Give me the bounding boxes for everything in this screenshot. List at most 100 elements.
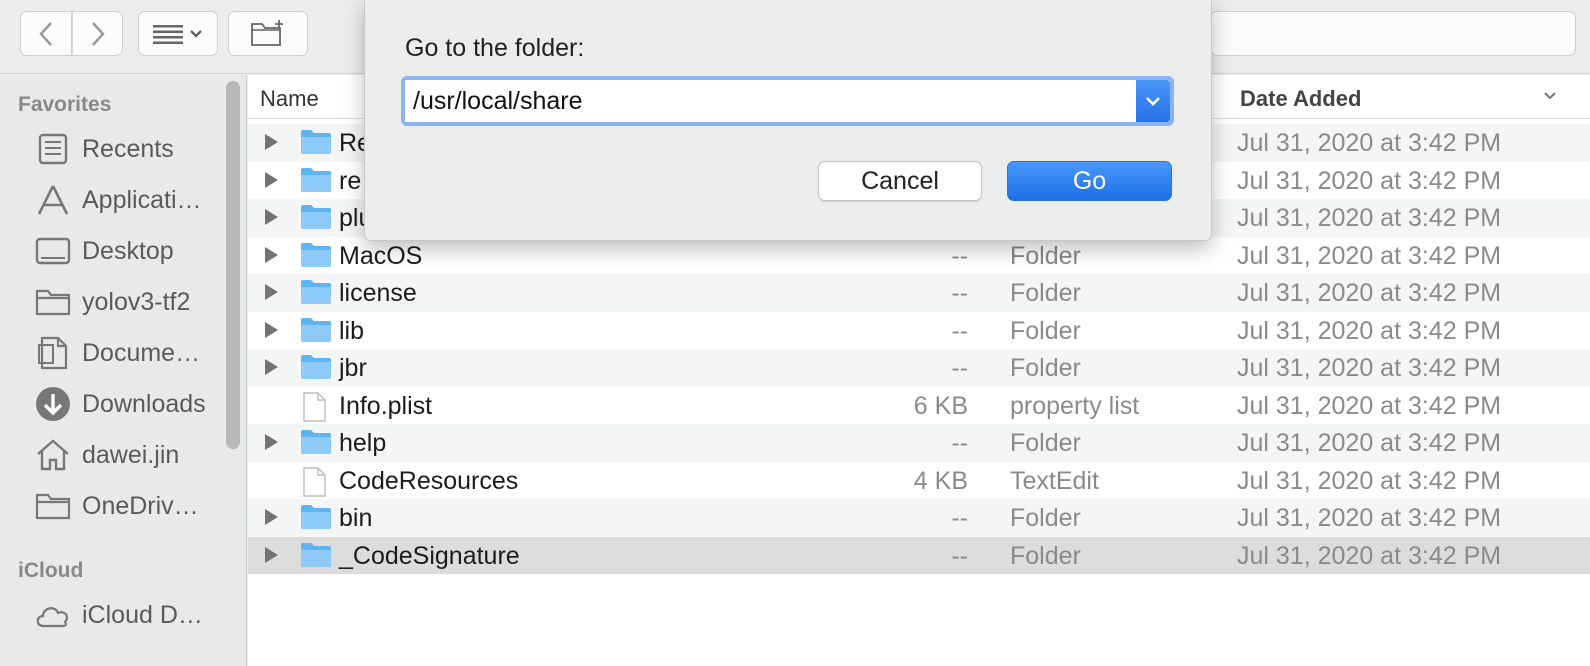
column-header-date-added[interactable]: Date Added bbox=[1240, 86, 1361, 112]
table-row[interactable]: _CodeSignature -- Folder Jul 31, 2020 at 3:… bbox=[248, 536, 1590, 574]
disclosure-triangle-icon[interactable] bbox=[265, 509, 278, 525]
chevron-left-icon bbox=[39, 21, 52, 46]
folder-icon bbox=[300, 354, 332, 385]
sidebar: Favorites Recents Applicati… Desktop yol… bbox=[0, 75, 247, 666]
sidebar-item-home[interactable]: dawei.jin bbox=[34, 433, 219, 477]
disclosure-triangle-icon[interactable] bbox=[265, 246, 278, 263]
back-button[interactable] bbox=[20, 11, 72, 56]
icloud-header: iCloud bbox=[18, 559, 84, 582]
file-date-added: Jul 31, 2020 at 3:42 PM bbox=[1237, 129, 1502, 157]
table-row[interactable]: lib -- Folder Jul 31, 2020 at 3:42 PM bbox=[248, 312, 1590, 350]
search-field[interactable] bbox=[1210, 11, 1576, 56]
file-date-added: Jul 31, 2020 at 3:42 PM bbox=[1237, 241, 1502, 270]
list-view-icon bbox=[153, 24, 183, 44]
sidebar-item-downloads[interactable]: Downloads bbox=[34, 382, 219, 426]
chevron-down-icon bbox=[1146, 97, 1160, 106]
sidebar-item-label: Docume… bbox=[82, 338, 201, 367]
file-icon bbox=[300, 391, 328, 427]
folder-icon bbox=[300, 204, 332, 235]
folder-icon bbox=[300, 129, 332, 160]
sidebar-item-label: Recents bbox=[82, 134, 174, 163]
file-date-added: Jul 31, 2020 at 3:42 PM bbox=[1237, 204, 1502, 232]
sidebar-item-label: dawei.jin bbox=[82, 440, 180, 469]
sort-chevron-icon[interactable] bbox=[1543, 91, 1557, 101]
folder-icon bbox=[300, 542, 332, 573]
sidebar-item-documents[interactable]: Docume… bbox=[34, 331, 219, 375]
file-size: 4 KB bbox=[913, 466, 968, 495]
disclosure-triangle-icon[interactable] bbox=[265, 434, 278, 450]
cancel-button[interactable]: Cancel bbox=[818, 161, 982, 201]
sidebar-item-desktop[interactable]: Desktop bbox=[34, 229, 219, 273]
file-size: -- bbox=[951, 429, 968, 457]
folder-icon bbox=[300, 504, 332, 535]
file-name: re bbox=[339, 166, 362, 195]
disclosure-triangle-icon[interactable] bbox=[265, 284, 278, 300]
file-date-added: Jul 31, 2020 at 3:42 PM bbox=[1237, 166, 1502, 195]
folder-icon bbox=[300, 279, 332, 310]
sidebar-item-yolov3[interactable]: yolov3-tf2 bbox=[34, 280, 219, 324]
table-row[interactable]: help -- Folder Jul 31, 2020 at 3:42 PM bbox=[248, 424, 1590, 462]
sidebar-item-icloud-drive[interactable]: iCloud D… bbox=[34, 593, 219, 637]
file-date-added: Jul 31, 2020 at 3:42 PM bbox=[1237, 541, 1502, 570]
file-size: -- bbox=[951, 504, 968, 532]
folder-icon bbox=[300, 242, 332, 273]
sidebar-item-label: yolov3-tf2 bbox=[82, 287, 191, 316]
file-kind: Folder bbox=[1010, 316, 1081, 345]
new-folder-icon bbox=[251, 19, 283, 46]
file-kind: TextEdit bbox=[1010, 466, 1099, 495]
column-header-name[interactable]: Name bbox=[260, 86, 319, 112]
folder-icon bbox=[300, 167, 332, 198]
file-date-added: Jul 31, 2020 at 3:42 PM bbox=[1237, 466, 1502, 495]
table-row[interactable]: license -- Folder Jul 31, 2020 at 3:42 PM bbox=[248, 274, 1590, 312]
favorites-header: Favorites bbox=[18, 93, 112, 116]
sidebar-item-recents[interactable]: Recents bbox=[34, 127, 219, 171]
table-row[interactable]: CodeResources 4 KB TextEdit Jul 31, 2020 at… bbox=[248, 462, 1590, 500]
file-size: -- bbox=[951, 241, 968, 270]
disclosure-triangle-icon[interactable] bbox=[265, 321, 278, 338]
path-history-dropdown[interactable] bbox=[1136, 80, 1170, 122]
file-kind: property list bbox=[1010, 391, 1140, 420]
chevron-right-icon bbox=[91, 21, 105, 46]
folder-icon bbox=[34, 487, 72, 525]
sidebar-item-applications[interactable]: Applicati… bbox=[34, 178, 219, 222]
file-name: lib bbox=[339, 316, 365, 345]
sidebar-item-label: OneDriv… bbox=[82, 491, 199, 520]
file-name: MacOS bbox=[339, 241, 423, 270]
sidebar-item-onedrive[interactable]: OneDriv… bbox=[34, 484, 219, 528]
finder-window: Favorites Recents Applicati… Desktop yol… bbox=[0, 0, 1590, 666]
sidebar-item-label: Desktop bbox=[82, 236, 174, 265]
disclosure-triangle-icon[interactable] bbox=[265, 359, 278, 375]
disclosure-triangle-icon[interactable] bbox=[265, 209, 278, 225]
table-row[interactable]: Info.plist 6 KB property list Jul 31, 2020 … bbox=[248, 387, 1590, 425]
file-date-added: Jul 31, 2020 at 3:42 PM bbox=[1237, 316, 1502, 345]
forward-button[interactable] bbox=[72, 11, 123, 56]
file-name: help bbox=[339, 429, 387, 457]
recents-icon bbox=[34, 130, 72, 168]
path-input[interactable] bbox=[405, 80, 1138, 122]
file-kind: Folder bbox=[1010, 354, 1081, 382]
folder-icon bbox=[300, 429, 332, 460]
go-to-folder-dialog: Go to the folder: Cancel Go bbox=[364, 0, 1212, 241]
table-row[interactable]: bin -- Folder Jul 31, 2020 at 3:42 PM bbox=[248, 499, 1590, 537]
sidebar-item-label: iCloud D… bbox=[82, 600, 203, 629]
file-name: CodeResources bbox=[339, 466, 519, 495]
file-size: -- bbox=[951, 541, 968, 570]
home-icon bbox=[34, 436, 72, 474]
new-folder-button[interactable] bbox=[228, 11, 308, 56]
table-row[interactable]: MacOS -- Folder Jul 31, 2020 at 3:42 PM bbox=[248, 237, 1590, 275]
go-button[interactable]: Go bbox=[1007, 161, 1172, 201]
sidebar-scrollbar[interactable] bbox=[226, 81, 240, 449]
sidebar-item-label: Downloads bbox=[82, 389, 206, 418]
disclosure-triangle-icon[interactable] bbox=[265, 134, 278, 150]
file-date-added: Jul 31, 2020 at 3:42 PM bbox=[1237, 279, 1502, 307]
folder-icon bbox=[300, 317, 332, 348]
view-options-button[interactable] bbox=[138, 11, 218, 56]
path-field[interactable] bbox=[401, 76, 1174, 126]
dialog-prompt: Go to the folder: bbox=[405, 34, 585, 62]
disclosure-triangle-icon[interactable] bbox=[265, 546, 278, 563]
folder-icon bbox=[34, 283, 72, 321]
file-size: 6 KB bbox=[913, 391, 968, 420]
table-row[interactable]: jbr -- Folder Jul 31, 2020 at 3:42 PM bbox=[248, 349, 1590, 387]
applications-icon bbox=[34, 181, 72, 219]
disclosure-triangle-icon[interactable] bbox=[265, 171, 278, 188]
